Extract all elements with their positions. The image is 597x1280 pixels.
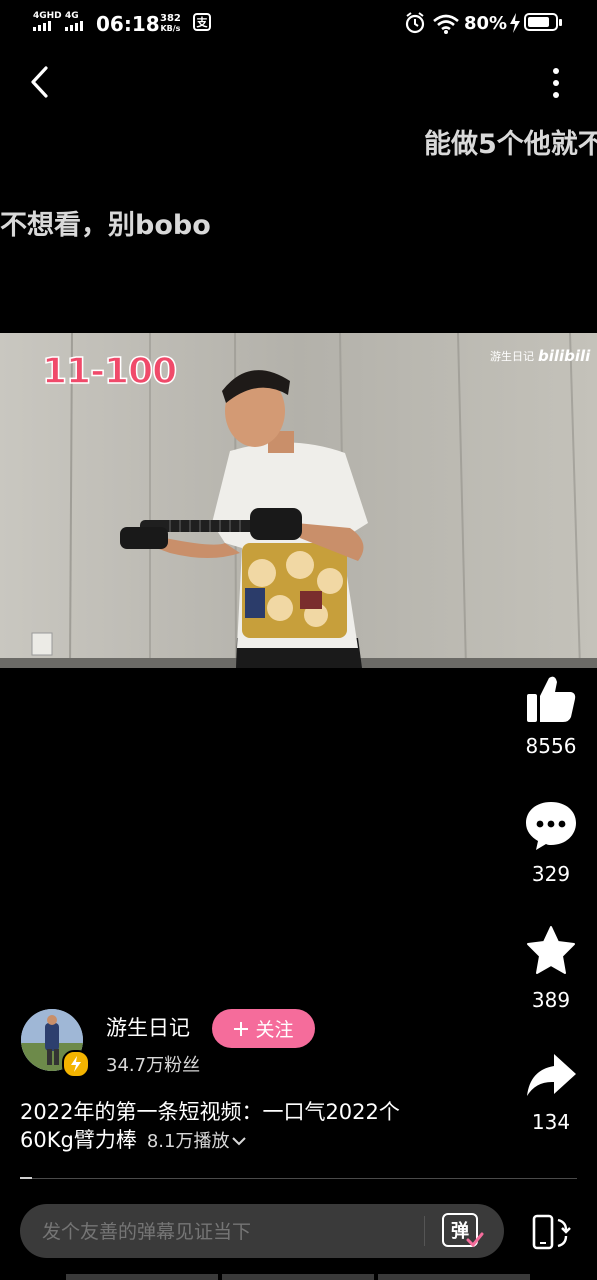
speed-unit: KB/s: [160, 24, 181, 33]
signal-bars-icon: [33, 21, 51, 31]
comment-count: 329: [531, 862, 571, 886]
chevron-down-icon[interactable]: [231, 1135, 247, 1147]
watermark: 游生日记 bilibili: [490, 347, 590, 365]
favorite-button[interactable]: 389: [511, 924, 591, 1012]
battery-percent: 80%: [464, 13, 508, 34]
bilibili-logo: bilibili: [538, 347, 591, 365]
alarm-icon: [405, 12, 425, 34]
watermark-text: 游生日记: [490, 350, 534, 363]
cellular-signal-1: 4GHD: [33, 12, 62, 31]
rotate-screen-icon[interactable]: [528, 1212, 572, 1252]
status-bar: 4GHD 4G 06:18 382 KB/s 支 80%: [0, 0, 597, 48]
battery-icon: [524, 13, 558, 31]
like-count: 8556: [525, 734, 577, 758]
network-type-1: 4GHD: [33, 11, 62, 21]
home-indicator: [66, 1274, 530, 1280]
progress-track[interactable]: [20, 1178, 577, 1179]
danmaku-item: 能做5个他就不: [424, 129, 597, 160]
clock: 06:18: [96, 12, 160, 36]
back-icon[interactable]: [26, 64, 54, 100]
thumbs-up-icon: [527, 676, 576, 722]
like-button[interactable]: 8556: [511, 672, 591, 758]
share-button[interactable]: 134: [511, 1050, 591, 1134]
network-speed: 382 KB/s: [160, 13, 181, 33]
favorite-count: 389: [531, 988, 571, 1012]
danmaku-input[interactable]: [40, 1204, 434, 1260]
follow-button[interactable]: 关注: [212, 1009, 315, 1048]
danmaku-input-bar[interactable]: 弹: [20, 1204, 504, 1260]
video-player[interactable]: 11-100 游生日记 bilibili: [0, 333, 597, 668]
verified-badge-icon: [62, 1050, 90, 1078]
more-icon[interactable]: [548, 66, 564, 100]
play-count: 8.1万播放: [146, 1131, 230, 1152]
alipay-icon: 支: [193, 13, 211, 31]
wifi-icon: [433, 14, 459, 34]
video-counter-overlay: 11-100: [41, 350, 178, 393]
comment-button[interactable]: 329: [511, 800, 591, 886]
signal-bars-icon: [65, 21, 83, 31]
battery-tip: [559, 19, 562, 26]
input-divider: [424, 1216, 425, 1246]
progress-fill: [20, 1177, 32, 1179]
share-icon: [527, 1054, 576, 1096]
network-type-2: 4G: [65, 11, 79, 21]
author-name[interactable]: 游生日记: [106, 1012, 190, 1042]
danmaku-item: 不想看，别bobo: [0, 210, 211, 241]
plus-icon: [234, 1021, 249, 1036]
video-title-row2: 60Kg臂力棒 8.1万播放: [20, 1124, 247, 1154]
check-icon: [466, 1232, 484, 1248]
video-title-line2: 60Kg臂力棒: [20, 1128, 137, 1152]
fans-count: 34.7万粉丝: [106, 1055, 201, 1076]
share-count: 134: [531, 1110, 571, 1134]
cellular-signal-2: 4G: [65, 12, 87, 31]
video-title-line1: 2022年的第一条短视频：一口气2022个: [20, 1100, 400, 1124]
charging-icon: [510, 13, 520, 33]
follow-label: 关注: [255, 1019, 294, 1041]
star-icon: [527, 926, 575, 974]
comment-icon: [526, 802, 576, 850]
speed-value: 382: [160, 13, 181, 24]
